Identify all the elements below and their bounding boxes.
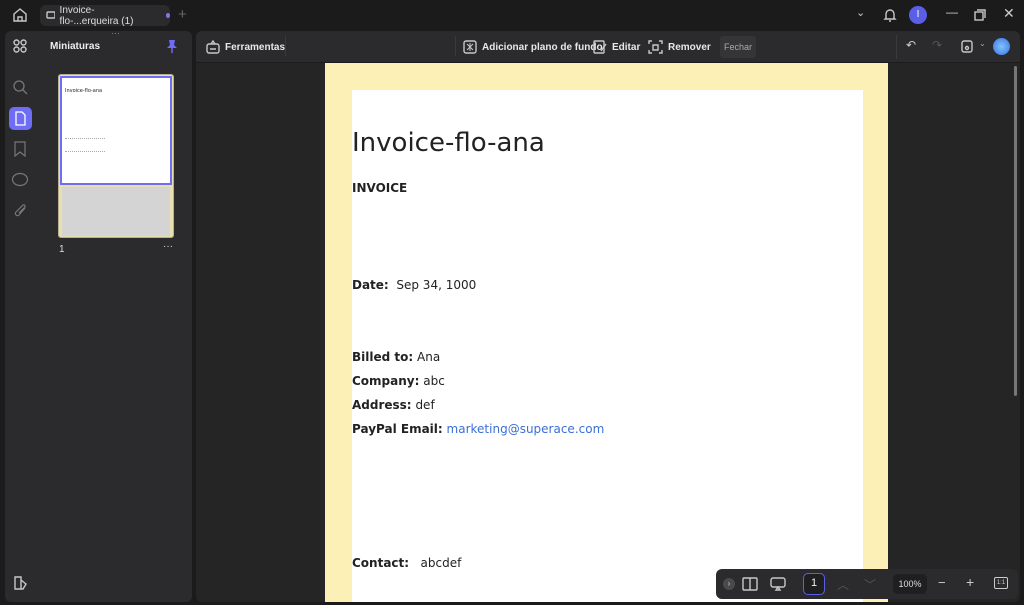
company-label: Company: (352, 374, 420, 388)
next-page-button[interactable]: ﹀ (864, 576, 876, 593)
page-number-input[interactable]: 1 (803, 573, 825, 595)
edit-button[interactable]: Editar (593, 37, 640, 57)
remove-icon (648, 40, 663, 54)
add-background-label: Adicionar plano de fundo (482, 41, 603, 53)
email-row: PayPal Email: marketing@superace.com (352, 422, 604, 436)
unsaved-dot (165, 13, 170, 18)
bookmark-icon[interactable] (14, 141, 26, 157)
page-thumbnail[interactable]: Invoice-flo-ana (58, 74, 174, 238)
invoice-sheet: Invoice-flo-ana INVOICE Date: Sep 34, 10… (352, 90, 863, 602)
email-label: PayPal Email: (352, 422, 443, 436)
zoom-out-button[interactable]: − (938, 575, 946, 590)
drag-handle[interactable]: ··· (111, 28, 120, 38)
comments-icon[interactable] (11, 172, 29, 188)
add-background-button[interactable]: Adicionar plano de fundo (463, 37, 603, 57)
search-icon[interactable] (12, 79, 28, 95)
thumbnail-more-button[interactable]: ··· (163, 241, 173, 252)
undo-button[interactable]: ↶ (906, 38, 916, 52)
document-title: Invoice-flo-ana (352, 128, 545, 158)
tools-label: Ferramentas (225, 41, 286, 53)
company-row: Company: abc (352, 374, 445, 388)
pages-tab-button[interactable] (9, 107, 32, 130)
billed-value: Ana (417, 350, 441, 364)
divider (455, 36, 456, 56)
thumbnail-page-number: 1 (59, 244, 65, 255)
close-button[interactable]: Fechar (720, 36, 756, 58)
document-area: Ferramentas Adicionar plano de fundo Edi… (196, 31, 1020, 602)
minimize-button[interactable]: — (946, 5, 958, 19)
toolbox-icon (206, 40, 220, 54)
email-link[interactable]: marketing@superace.com (447, 422, 605, 436)
contact-label: Contact: (352, 556, 410, 570)
zoom-in-button[interactable]: + (966, 574, 974, 590)
reading-mode-icon[interactable] (742, 577, 758, 591)
background-icon (463, 40, 477, 54)
address-row: Address: def (352, 398, 435, 412)
address-value: def (415, 398, 435, 412)
company-value: abc (423, 374, 445, 388)
presentation-icon[interactable] (770, 577, 786, 591)
pin-icon[interactable] (166, 39, 178, 53)
remove-label: Remover (668, 41, 711, 53)
save-dropdown-chevron-icon[interactable]: ⌄ (979, 39, 986, 48)
thumb-table (62, 187, 170, 236)
sidebar-settings-icon[interactable] (14, 576, 28, 590)
billed-row: Billed to: Ana (352, 350, 440, 364)
divider (896, 35, 897, 59)
document-tab[interactable]: Invoice-flo-...erqueira (1) (40, 4, 170, 27)
restore-button[interactable] (974, 9, 986, 21)
new-tab-button[interactable]: + (178, 6, 187, 23)
tab-title: Invoice-flo-...erqueira (1) (59, 4, 134, 27)
panel-title: Miniaturas (50, 41, 101, 52)
avatar[interactable]: I (909, 6, 927, 24)
address-label: Address: (352, 398, 412, 412)
toolbar: Ferramentas Adicionar plano de fundo Edi… (196, 31, 1020, 63)
ai-assistant-button[interactable] (993, 38, 1010, 55)
tools-button[interactable]: Ferramentas (206, 37, 285, 57)
page-icon (15, 111, 26, 126)
zoom-level[interactable]: 100% (893, 574, 927, 594)
title-bar: Invoice-flo-...erqueira (1) + ⌄ I — ✕ (0, 0, 1024, 30)
document-page: Invoice-flo-ana INVOICE Date: Sep 34, 10… (325, 63, 888, 602)
notification-bell-icon[interactable] (883, 7, 897, 23)
redo-button[interactable]: ↷ (932, 38, 942, 52)
edit-icon (593, 40, 607, 54)
billed-label: Billed to: (352, 350, 414, 364)
chevron-down-icon[interactable]: ⌄ (856, 6, 865, 19)
close-window-button[interactable]: ✕ (1003, 5, 1015, 22)
vertical-scrollbar[interactable] (1014, 66, 1017, 396)
collapse-toggle-button[interactable]: › (723, 578, 735, 590)
divider (285, 36, 286, 56)
date-value: Sep 34, 1000 (396, 278, 477, 292)
remove-button[interactable]: Remover (648, 37, 711, 57)
date-label: Date: (352, 278, 389, 292)
invoice-heading: INVOICE (352, 181, 408, 195)
save-icon[interactable] (961, 39, 973, 53)
date-row: Date: Sep 34, 1000 (352, 278, 476, 292)
contact-row: Contact: abcdef (352, 556, 461, 570)
edit-label: Editar (612, 41, 641, 53)
comment-icon (46, 10, 55, 19)
thumbnail-panel: ··· Miniaturas Invoice-flo-ana 1 ··· (5, 28, 192, 602)
contact-value: abcdef (420, 556, 462, 570)
thumb-lines (65, 138, 105, 152)
attachment-icon[interactable] (14, 203, 28, 219)
previous-page-button[interactable]: ︿ (837, 576, 849, 593)
thumb-title: Invoice-flo-ana (65, 88, 103, 94)
home-icon[interactable] (12, 7, 28, 23)
actual-size-button[interactable]: 1:1 (994, 577, 1008, 589)
thumbnails-grid-icon[interactable] (13, 39, 27, 53)
page-navigation-bar: › 1 ︿ ﹀ 100% − + 1:1 (716, 569, 1018, 599)
